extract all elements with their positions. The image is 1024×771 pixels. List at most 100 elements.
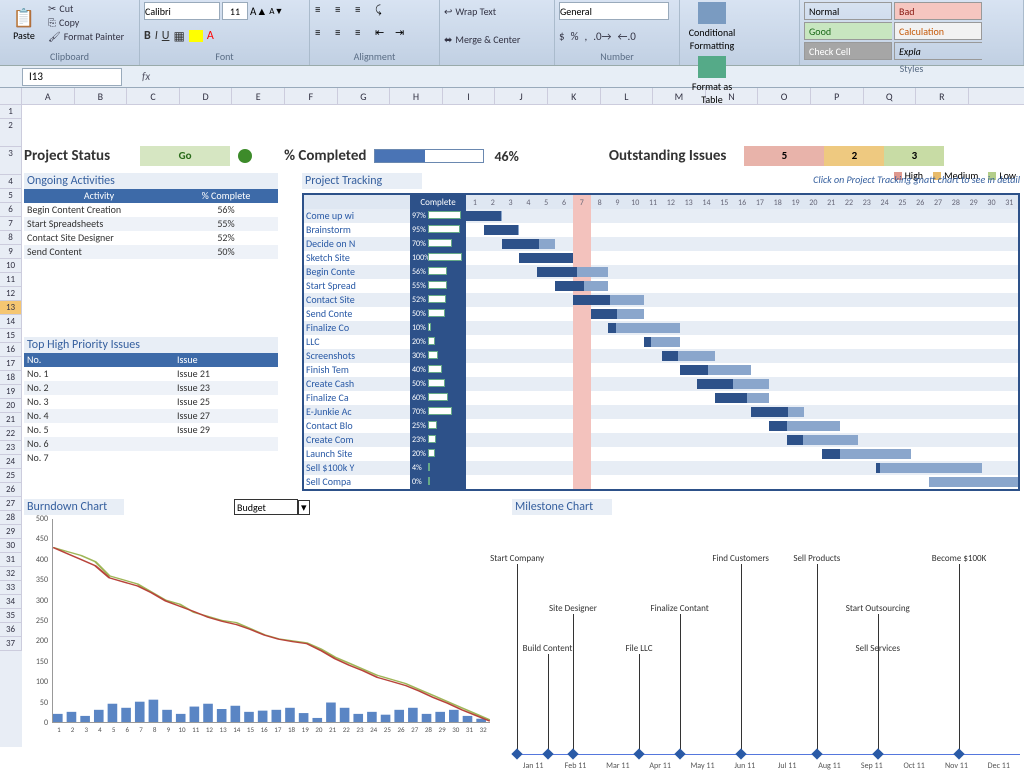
merge-center-button[interactable]: ⬌Merge & Center: [444, 30, 550, 49]
orientation-button[interactable]: ⤹: [374, 2, 390, 16]
number-format-select[interactable]: [559, 2, 669, 20]
font-size-input[interactable]: [222, 2, 248, 20]
row-header-17[interactable]: 17: [0, 357, 22, 371]
col-header-J[interactable]: J: [495, 88, 548, 104]
comma-button[interactable]: ,: [584, 30, 587, 43]
row-header-5[interactable]: 5: [0, 189, 22, 203]
row-header-27[interactable]: 27: [0, 497, 22, 511]
increase-decimal-button[interactable]: .0→: [593, 30, 611, 43]
copy-button[interactable]: ⎘Copy: [48, 16, 124, 29]
col-header-R[interactable]: R: [916, 88, 969, 104]
worksheet-canvas[interactable]: Project Status Go % Completed 46% Outsta…: [22, 105, 1024, 747]
align-center-button[interactable]: ≡: [334, 25, 350, 39]
col-header-P[interactable]: P: [811, 88, 864, 104]
col-header-A[interactable]: A: [22, 88, 75, 104]
row-header-20[interactable]: 20: [0, 399, 22, 413]
row-header-13[interactable]: 13: [0, 301, 22, 315]
chevron-down-icon[interactable]: ▾: [298, 500, 310, 515]
row-header-12[interactable]: 12: [0, 287, 22, 301]
row-header-33[interactable]: 33: [0, 581, 22, 595]
row-header-7[interactable]: 7: [0, 217, 22, 231]
row-header-29[interactable]: 29: [0, 525, 22, 539]
font-color-button[interactable]: A: [207, 29, 214, 43]
align-bottom-button[interactable]: ≡: [354, 2, 370, 16]
style-calculation[interactable]: Calculation: [894, 22, 982, 40]
italic-button[interactable]: I: [155, 29, 158, 43]
col-header-K[interactable]: K: [548, 88, 601, 104]
col-header-F[interactable]: F: [285, 88, 338, 104]
row-header-2[interactable]: 2: [0, 119, 22, 147]
wrap-text-button[interactable]: ↩Wrap Text: [444, 2, 550, 21]
style-bad[interactable]: Bad: [894, 2, 982, 20]
fill-color-button[interactable]: [189, 30, 203, 42]
burndown-dropdown[interactable]: [234, 499, 298, 515]
row-header-30[interactable]: 30: [0, 539, 22, 553]
align-top-button[interactable]: ≡: [314, 2, 330, 16]
milestone-chart[interactable]: Start CompanyBuild ContentSite DesignerF…: [512, 519, 1020, 755]
align-left-button[interactable]: ≡: [314, 25, 330, 39]
conditional-formatting-button[interactable]: Conditional Formatting: [684, 2, 740, 52]
format-painter-button[interactable]: 🖌Format Painter: [48, 30, 124, 43]
row-header-26[interactable]: 26: [0, 483, 22, 497]
underline-button[interactable]: U: [162, 29, 170, 43]
row-header-23[interactable]: 23: [0, 441, 22, 455]
row-header-9[interactable]: 9: [0, 245, 22, 259]
align-right-button[interactable]: ≡: [354, 25, 370, 39]
row-header-4[interactable]: 4: [0, 175, 22, 189]
select-all-corner[interactable]: [0, 88, 22, 104]
row-header-15[interactable]: 15: [0, 329, 22, 343]
row-header-6[interactable]: 6: [0, 203, 22, 217]
row-header-32[interactable]: 32: [0, 567, 22, 581]
col-header-D[interactable]: D: [180, 88, 233, 104]
grow-font-button[interactable]: A▲: [250, 5, 267, 18]
format-as-table-button[interactable]: Format as Table: [684, 56, 740, 106]
indent-less-button[interactable]: ⇤: [374, 25, 390, 39]
border-button[interactable]: ▦: [173, 29, 184, 44]
style-good[interactable]: Good: [804, 22, 892, 40]
style-normal[interactable]: Normal: [804, 2, 892, 20]
row-header-31[interactable]: 31: [0, 553, 22, 567]
row-header-1[interactable]: 1: [0, 105, 22, 119]
name-box[interactable]: [22, 68, 122, 86]
burndown-chart[interactable]: 050100150200250300350400450500 123456789…: [24, 519, 494, 739]
fx-icon[interactable]: fx: [142, 70, 150, 83]
paste-button[interactable]: 📋Paste: [4, 2, 44, 46]
row-header-19[interactable]: 19: [0, 385, 22, 399]
col-header-O[interactable]: O: [758, 88, 811, 104]
gantt-chart[interactable]: Complete 1234567891011121314151617181920…: [302, 193, 1020, 491]
row-header-36[interactable]: 36: [0, 623, 22, 637]
row-header-16[interactable]: 16: [0, 343, 22, 357]
row-header-11[interactable]: 11: [0, 273, 22, 287]
percent-button[interactable]: %: [571, 30, 579, 43]
row-header-25[interactable]: 25: [0, 469, 22, 483]
style-check-cell[interactable]: Check Cell: [804, 42, 892, 60]
cut-button[interactable]: ✂Cut: [48, 2, 124, 15]
col-header-B[interactable]: B: [75, 88, 128, 104]
shrink-font-button[interactable]: A▼: [269, 6, 283, 17]
col-header-C[interactable]: C: [127, 88, 180, 104]
row-header-22[interactable]: 22: [0, 427, 22, 441]
align-middle-button[interactable]: ≡: [334, 2, 350, 16]
style-explanatory[interactable]: Expla: [894, 42, 982, 60]
col-header-E[interactable]: E: [232, 88, 285, 104]
row-header-18[interactable]: 18: [0, 371, 22, 385]
indent-more-button[interactable]: ⇥: [394, 25, 410, 39]
currency-button[interactable]: $: [559, 30, 565, 43]
row-header-3[interactable]: 3: [0, 147, 22, 175]
col-header-G[interactable]: G: [338, 88, 391, 104]
row-header-21[interactable]: 21: [0, 413, 22, 427]
row-header-28[interactable]: 28: [0, 511, 22, 525]
row-header-8[interactable]: 8: [0, 231, 22, 245]
font-name-input[interactable]: [144, 2, 220, 20]
col-header-I[interactable]: I: [443, 88, 496, 104]
row-header-10[interactable]: 10: [0, 259, 22, 273]
col-header-Q[interactable]: Q: [864, 88, 917, 104]
row-header-24[interactable]: 24: [0, 455, 22, 469]
row-header-14[interactable]: 14: [0, 315, 22, 329]
row-header-35[interactable]: 35: [0, 609, 22, 623]
decrease-decimal-button[interactable]: ←.0: [618, 30, 636, 43]
col-header-H[interactable]: H: [390, 88, 443, 104]
col-header-L[interactable]: L: [601, 88, 654, 104]
bold-button[interactable]: B: [144, 29, 151, 43]
row-header-37[interactable]: 37: [0, 637, 22, 651]
